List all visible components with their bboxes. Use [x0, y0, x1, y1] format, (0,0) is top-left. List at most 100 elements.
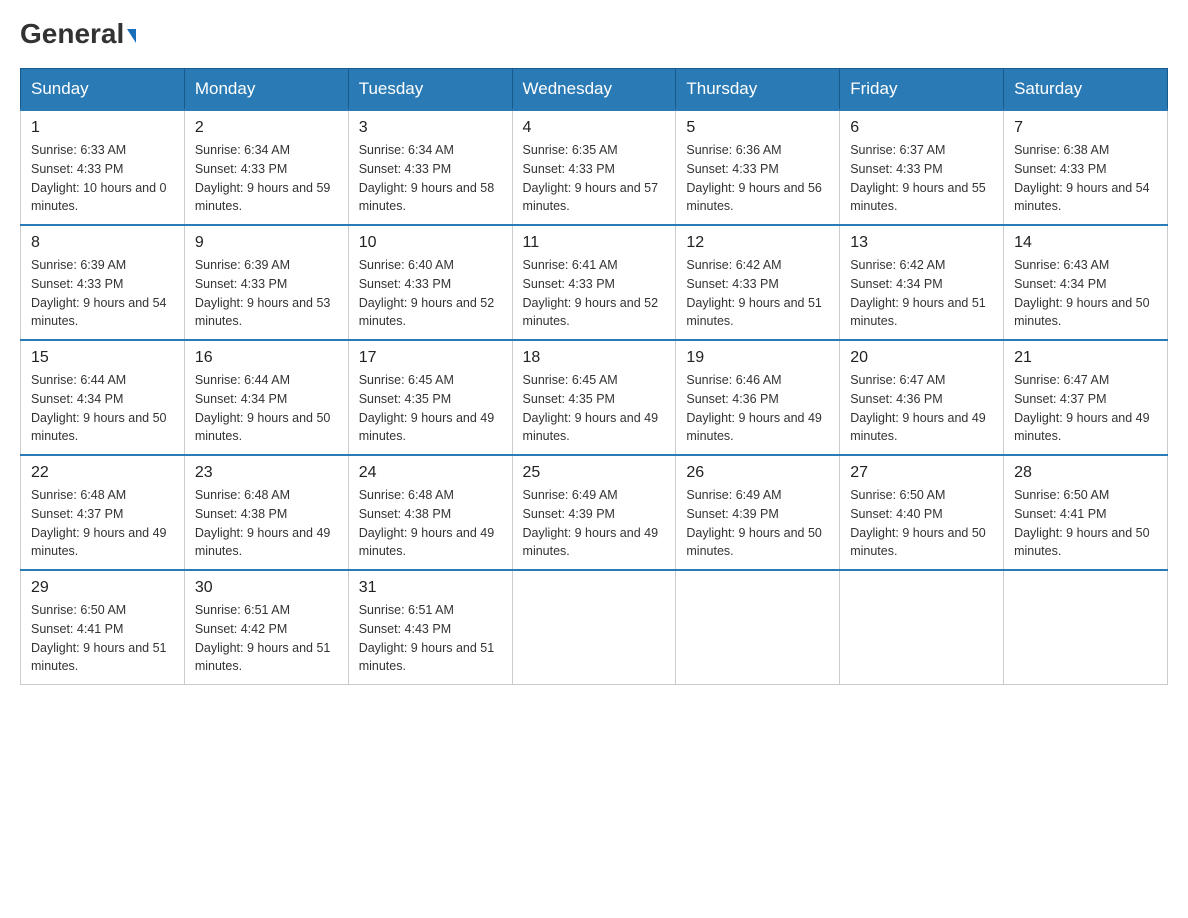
- day-info: Sunrise: 6:47 AM Sunset: 4:36 PM Dayligh…: [850, 371, 993, 446]
- table-row: 20 Sunrise: 6:47 AM Sunset: 4:36 PM Dayl…: [840, 340, 1004, 455]
- day-number: 12: [686, 234, 829, 252]
- day-number: 14: [1014, 234, 1157, 252]
- day-number: 26: [686, 464, 829, 482]
- weekday-header-row: Sunday Monday Tuesday Wednesday Thursday…: [21, 69, 1168, 111]
- calendar-table: Sunday Monday Tuesday Wednesday Thursday…: [20, 68, 1168, 685]
- day-info: Sunrise: 6:41 AM Sunset: 4:33 PM Dayligh…: [523, 256, 666, 331]
- header-saturday: Saturday: [1004, 69, 1168, 111]
- day-info: Sunrise: 6:34 AM Sunset: 4:33 PM Dayligh…: [195, 141, 338, 216]
- table-row: 21 Sunrise: 6:47 AM Sunset: 4:37 PM Dayl…: [1004, 340, 1168, 455]
- table-row: 3 Sunrise: 6:34 AM Sunset: 4:33 PM Dayli…: [348, 110, 512, 225]
- table-row: 18 Sunrise: 6:45 AM Sunset: 4:35 PM Dayl…: [512, 340, 676, 455]
- day-info: Sunrise: 6:43 AM Sunset: 4:34 PM Dayligh…: [1014, 256, 1157, 331]
- day-info: Sunrise: 6:42 AM Sunset: 4:34 PM Dayligh…: [850, 256, 993, 331]
- day-info: Sunrise: 6:50 AM Sunset: 4:41 PM Dayligh…: [31, 601, 174, 676]
- day-info: Sunrise: 6:40 AM Sunset: 4:33 PM Dayligh…: [359, 256, 502, 331]
- day-number: 20: [850, 349, 993, 367]
- day-number: 27: [850, 464, 993, 482]
- table-row: 26 Sunrise: 6:49 AM Sunset: 4:39 PM Dayl…: [676, 455, 840, 570]
- table-row: 1 Sunrise: 6:33 AM Sunset: 4:33 PM Dayli…: [21, 110, 185, 225]
- table-row: [1004, 570, 1168, 685]
- day-info: Sunrise: 6:51 AM Sunset: 4:43 PM Dayligh…: [359, 601, 502, 676]
- day-info: Sunrise: 6:48 AM Sunset: 4:38 PM Dayligh…: [195, 486, 338, 561]
- day-number: 19: [686, 349, 829, 367]
- table-row: [840, 570, 1004, 685]
- day-info: Sunrise: 6:47 AM Sunset: 4:37 PM Dayligh…: [1014, 371, 1157, 446]
- day-number: 7: [1014, 119, 1157, 137]
- logo: General: [20, 20, 136, 48]
- table-row: 11 Sunrise: 6:41 AM Sunset: 4:33 PM Dayl…: [512, 225, 676, 340]
- table-row: 25 Sunrise: 6:49 AM Sunset: 4:39 PM Dayl…: [512, 455, 676, 570]
- table-row: 17 Sunrise: 6:45 AM Sunset: 4:35 PM Dayl…: [348, 340, 512, 455]
- table-row: 23 Sunrise: 6:48 AM Sunset: 4:38 PM Dayl…: [184, 455, 348, 570]
- calendar-week-row: 22 Sunrise: 6:48 AM Sunset: 4:37 PM Dayl…: [21, 455, 1168, 570]
- day-info: Sunrise: 6:46 AM Sunset: 4:36 PM Dayligh…: [686, 371, 829, 446]
- day-info: Sunrise: 6:45 AM Sunset: 4:35 PM Dayligh…: [359, 371, 502, 446]
- table-row: 28 Sunrise: 6:50 AM Sunset: 4:41 PM Dayl…: [1004, 455, 1168, 570]
- day-number: 10: [359, 234, 502, 252]
- day-number: 16: [195, 349, 338, 367]
- day-info: Sunrise: 6:39 AM Sunset: 4:33 PM Dayligh…: [31, 256, 174, 331]
- day-number: 29: [31, 579, 174, 597]
- day-number: 21: [1014, 349, 1157, 367]
- day-number: 23: [195, 464, 338, 482]
- table-row: 5 Sunrise: 6:36 AM Sunset: 4:33 PM Dayli…: [676, 110, 840, 225]
- table-row: 7 Sunrise: 6:38 AM Sunset: 4:33 PM Dayli…: [1004, 110, 1168, 225]
- day-number: 8: [31, 234, 174, 252]
- day-info: Sunrise: 6:37 AM Sunset: 4:33 PM Dayligh…: [850, 141, 993, 216]
- page-header: General: [20, 20, 1168, 48]
- day-number: 17: [359, 349, 502, 367]
- table-row: 16 Sunrise: 6:44 AM Sunset: 4:34 PM Dayl…: [184, 340, 348, 455]
- day-number: 5: [686, 119, 829, 137]
- day-info: Sunrise: 6:35 AM Sunset: 4:33 PM Dayligh…: [523, 141, 666, 216]
- day-number: 4: [523, 119, 666, 137]
- table-row: 8 Sunrise: 6:39 AM Sunset: 4:33 PM Dayli…: [21, 225, 185, 340]
- day-info: Sunrise: 6:50 AM Sunset: 4:40 PM Dayligh…: [850, 486, 993, 561]
- day-number: 15: [31, 349, 174, 367]
- day-number: 25: [523, 464, 666, 482]
- logo-line1: General: [20, 20, 136, 48]
- calendar-week-row: 8 Sunrise: 6:39 AM Sunset: 4:33 PM Dayli…: [21, 225, 1168, 340]
- header-thursday: Thursday: [676, 69, 840, 111]
- day-info: Sunrise: 6:42 AM Sunset: 4:33 PM Dayligh…: [686, 256, 829, 331]
- table-row: 12 Sunrise: 6:42 AM Sunset: 4:33 PM Dayl…: [676, 225, 840, 340]
- header-tuesday: Tuesday: [348, 69, 512, 111]
- table-row: 13 Sunrise: 6:42 AM Sunset: 4:34 PM Dayl…: [840, 225, 1004, 340]
- day-info: Sunrise: 6:33 AM Sunset: 4:33 PM Dayligh…: [31, 141, 174, 216]
- table-row: 6 Sunrise: 6:37 AM Sunset: 4:33 PM Dayli…: [840, 110, 1004, 225]
- day-number: 24: [359, 464, 502, 482]
- day-number: 9: [195, 234, 338, 252]
- table-row: 24 Sunrise: 6:48 AM Sunset: 4:38 PM Dayl…: [348, 455, 512, 570]
- table-row: [676, 570, 840, 685]
- day-number: 1: [31, 119, 174, 137]
- day-number: 3: [359, 119, 502, 137]
- day-info: Sunrise: 6:49 AM Sunset: 4:39 PM Dayligh…: [523, 486, 666, 561]
- day-info: Sunrise: 6:48 AM Sunset: 4:38 PM Dayligh…: [359, 486, 502, 561]
- day-info: Sunrise: 6:38 AM Sunset: 4:33 PM Dayligh…: [1014, 141, 1157, 216]
- table-row: 31 Sunrise: 6:51 AM Sunset: 4:43 PM Dayl…: [348, 570, 512, 685]
- day-info: Sunrise: 6:48 AM Sunset: 4:37 PM Dayligh…: [31, 486, 174, 561]
- header-friday: Friday: [840, 69, 1004, 111]
- table-row: 2 Sunrise: 6:34 AM Sunset: 4:33 PM Dayli…: [184, 110, 348, 225]
- day-number: 6: [850, 119, 993, 137]
- table-row: 14 Sunrise: 6:43 AM Sunset: 4:34 PM Dayl…: [1004, 225, 1168, 340]
- day-info: Sunrise: 6:36 AM Sunset: 4:33 PM Dayligh…: [686, 141, 829, 216]
- day-number: 22: [31, 464, 174, 482]
- calendar-week-row: 15 Sunrise: 6:44 AM Sunset: 4:34 PM Dayl…: [21, 340, 1168, 455]
- day-number: 11: [523, 234, 666, 252]
- day-info: Sunrise: 6:45 AM Sunset: 4:35 PM Dayligh…: [523, 371, 666, 446]
- table-row: 19 Sunrise: 6:46 AM Sunset: 4:36 PM Dayl…: [676, 340, 840, 455]
- day-number: 18: [523, 349, 666, 367]
- day-info: Sunrise: 6:44 AM Sunset: 4:34 PM Dayligh…: [195, 371, 338, 446]
- day-info: Sunrise: 6:51 AM Sunset: 4:42 PM Dayligh…: [195, 601, 338, 676]
- table-row: 22 Sunrise: 6:48 AM Sunset: 4:37 PM Dayl…: [21, 455, 185, 570]
- header-sunday: Sunday: [21, 69, 185, 111]
- calendar-week-row: 1 Sunrise: 6:33 AM Sunset: 4:33 PM Dayli…: [21, 110, 1168, 225]
- header-wednesday: Wednesday: [512, 69, 676, 111]
- day-info: Sunrise: 6:44 AM Sunset: 4:34 PM Dayligh…: [31, 371, 174, 446]
- day-info: Sunrise: 6:34 AM Sunset: 4:33 PM Dayligh…: [359, 141, 502, 216]
- table-row: 30 Sunrise: 6:51 AM Sunset: 4:42 PM Dayl…: [184, 570, 348, 685]
- table-row: 10 Sunrise: 6:40 AM Sunset: 4:33 PM Dayl…: [348, 225, 512, 340]
- day-info: Sunrise: 6:39 AM Sunset: 4:33 PM Dayligh…: [195, 256, 338, 331]
- table-row: 27 Sunrise: 6:50 AM Sunset: 4:40 PM Dayl…: [840, 455, 1004, 570]
